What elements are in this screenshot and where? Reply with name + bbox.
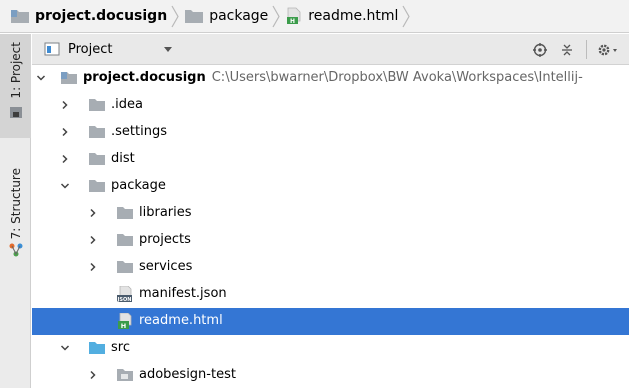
- tree-item-name: projects: [139, 232, 191, 247]
- tool-window-strip: 1: Project 7: Structure: [0, 34, 31, 388]
- tree-item-label: libraries: [139, 205, 192, 220]
- breadcrumb-project[interactable]: project.docusign: [10, 0, 167, 33]
- json-icon-text: JSON: [117, 297, 132, 302]
- tree-item-name: src: [111, 340, 130, 355]
- gear-icon: [598, 44, 617, 55]
- tree-item-name: dist: [111, 151, 135, 166]
- folder-icon: [117, 261, 133, 273]
- chevron-down-icon[interactable]: [164, 46, 173, 52]
- tree-item-label: .idea: [111, 97, 143, 112]
- html-icon-letter: H: [121, 322, 126, 329]
- folder-icon: [89, 153, 105, 165]
- tree-item-name: .settings: [111, 124, 167, 139]
- tree-row[interactable]: dist: [32, 146, 629, 173]
- chevron-down-icon[interactable]: [36, 73, 46, 83]
- chevron-down-icon[interactable]: [60, 181, 70, 191]
- project-tool-tab-label: 1: Project: [8, 42, 23, 99]
- chevron-right-icon[interactable]: [60, 100, 70, 110]
- project-panel-title: Project: [68, 41, 113, 57]
- tree-row[interactable]: project.docusign C:\Users\bwarner\Dropbox…: [32, 65, 629, 92]
- folder-icon: [89, 99, 105, 111]
- locate-target-icon: [533, 42, 547, 57]
- chevron-right-icon[interactable]: [88, 235, 98, 245]
- tree-item-label: services: [139, 259, 192, 274]
- tree-item-name: readme.html: [139, 313, 223, 328]
- tree-row[interactable]: Hreadme.html: [32, 308, 629, 335]
- folder-icon: [89, 180, 105, 192]
- folder-icon: [89, 126, 105, 138]
- tree-row[interactable]: JSON manifest.json: [32, 281, 629, 308]
- project-tool-icon: [9, 106, 22, 118]
- tree-row[interactable]: adobesign-test: [32, 362, 629, 388]
- breadcrumb-label: readme.html: [308, 8, 399, 24]
- tree-item-label: projects: [139, 232, 191, 247]
- html-file-icon: H: [287, 7, 301, 25]
- tree-item-label: adobesign-test: [139, 367, 236, 382]
- collapse-all-icon: [562, 44, 572, 55]
- tree-item-label: .settings: [111, 124, 167, 139]
- json-file-icon: JSON: [117, 286, 132, 302]
- folder-icon: [117, 207, 133, 219]
- project-tree: project.docusign C:\Users\bwarner\Dropbox…: [32, 65, 629, 388]
- collapse-all-button[interactable]: [556, 34, 578, 65]
- tree-item-name: services: [139, 259, 193, 274]
- module-folder-icon: [117, 369, 133, 381]
- tree-row[interactable]: .idea: [32, 92, 629, 119]
- chevron-right-icon[interactable]: [88, 262, 98, 272]
- breadcrumb-label: project.docusign: [35, 8, 168, 24]
- breadcrumb-separator-icon: [402, 5, 411, 27]
- navigation-bar: project.docusign package H readme.html: [0, 0, 629, 33]
- breadcrumb-separator-icon: [171, 5, 179, 27]
- chevron-right-icon[interactable]: [60, 127, 70, 137]
- html-file-icon: H: [118, 313, 132, 329]
- tree-item-label: dist: [111, 151, 135, 166]
- locate-target-button[interactable]: [530, 34, 550, 65]
- tree-row[interactable]: .settings: [32, 119, 629, 146]
- breadcrumb-separator-icon: [272, 5, 280, 27]
- html-icon-letter: H: [290, 18, 295, 25]
- tree-item-name: manifest.json: [139, 286, 227, 301]
- tree-item-label: project.docusign C:\Users\bwarner\Dropbox…: [83, 70, 583, 85]
- tree-row[interactable]: libraries: [32, 200, 629, 227]
- project-path: C:\Users\bwarner\Dropbox\BW Avoka\Worksp…: [211, 70, 583, 85]
- chevron-right-icon[interactable]: [88, 370, 98, 380]
- chevron-down-icon[interactable]: [60, 343, 70, 353]
- tree-item-name: .idea: [111, 97, 143, 112]
- tree-row[interactable]: projects: [32, 227, 629, 254]
- tree-row[interactable]: src: [32, 335, 629, 362]
- breadcrumb-package[interactable]: package: [184, 0, 268, 33]
- structure-tool-tab-label: 7: Structure: [8, 168, 23, 240]
- project-panel-header: Project: [32, 34, 629, 65]
- tree-item-name: libraries: [139, 205, 192, 220]
- source-folder-icon: [89, 342, 105, 354]
- tree-row[interactable]: services: [32, 254, 629, 281]
- breadcrumb-label: package: [209, 8, 269, 24]
- project-tool-tab[interactable]: 1: Project: [0, 34, 31, 138]
- chevron-right-icon[interactable]: [60, 154, 70, 164]
- tree-row[interactable]: package: [32, 173, 629, 200]
- tree-item-name: project.docusign: [83, 70, 206, 85]
- project-folder-icon: [61, 72, 77, 84]
- folder-icon: [117, 234, 133, 246]
- tree-item-label: src: [111, 340, 130, 355]
- structure-tool-tab[interactable]: 7: Structure: [0, 168, 31, 260]
- tree-item-label: readme.html: [139, 313, 223, 328]
- tree-item-name: adobesign-test: [139, 367, 236, 382]
- project-panel-tools: [530, 34, 629, 65]
- toolbar-divider: [586, 40, 587, 59]
- project-folder-icon: [11, 10, 29, 23]
- project-view-icon: [44, 42, 60, 56]
- tree-item-label: package: [111, 178, 166, 193]
- chevron-right-icon[interactable]: [88, 208, 98, 218]
- breadcrumb-readme[interactable]: H readme.html: [285, 0, 398, 33]
- structure-tool-icon: [9, 243, 22, 257]
- settings-button[interactable]: [595, 34, 621, 65]
- tree-item-name: package: [111, 178, 166, 193]
- tree-item-label: manifest.json: [139, 286, 227, 301]
- folder-icon: [185, 10, 204, 23]
